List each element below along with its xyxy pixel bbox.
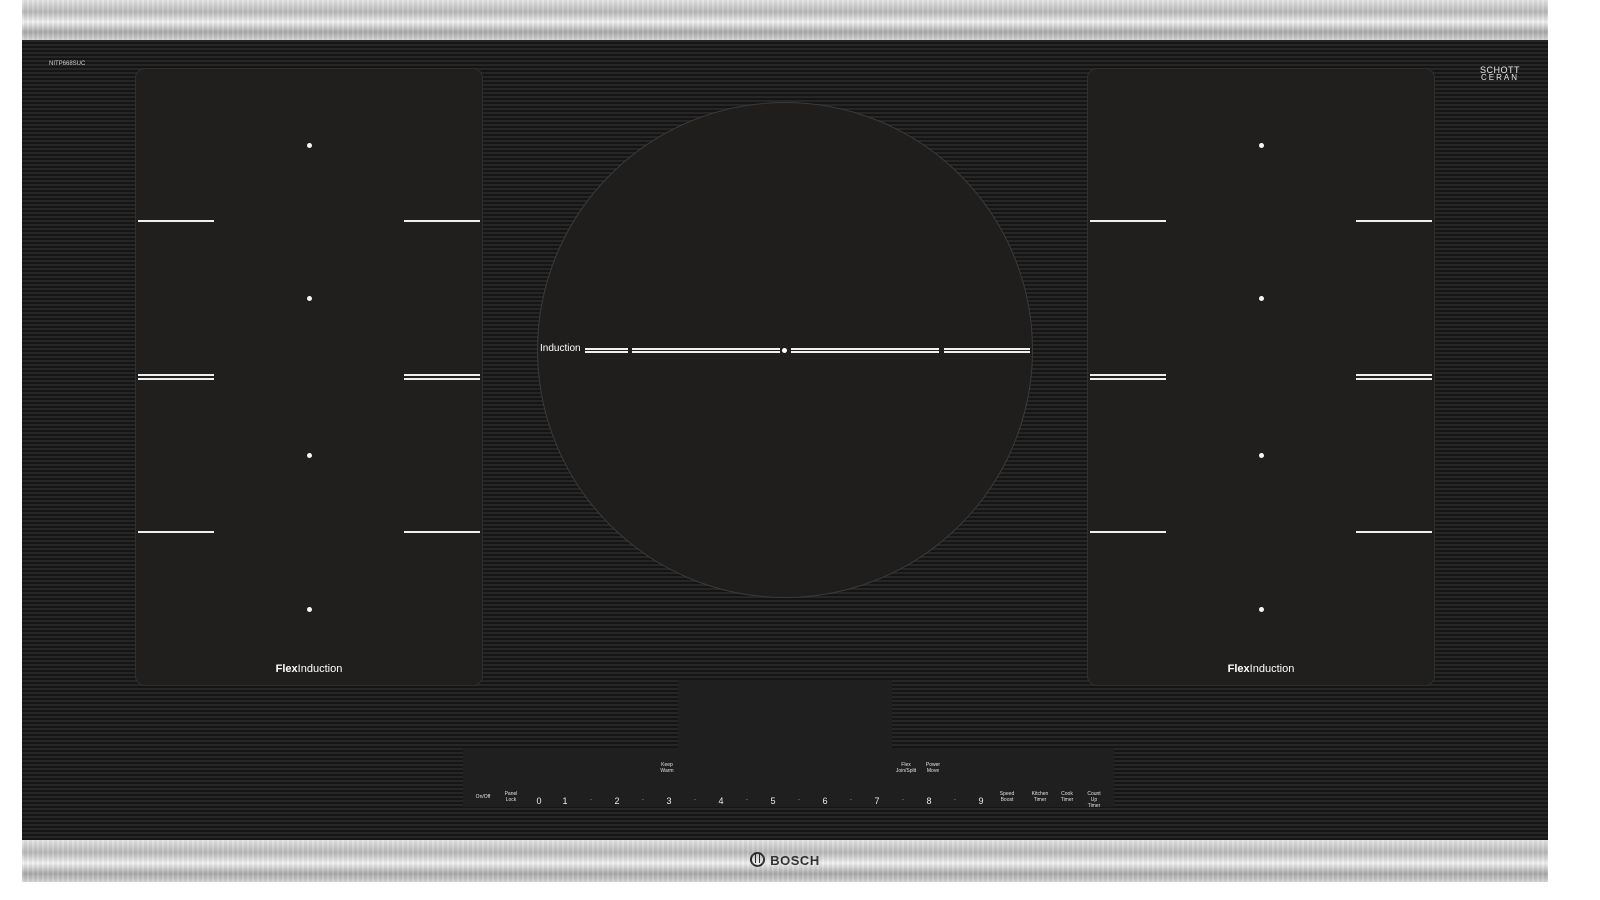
flex-induction-zone-left[interactable]: FlexInduction bbox=[135, 68, 483, 686]
glass-brand-line2: CERAN bbox=[1480, 73, 1519, 82]
zone-divider-mark bbox=[1090, 531, 1166, 533]
zone-divider-mark bbox=[404, 220, 480, 222]
induction-marker-line bbox=[791, 348, 939, 350]
zone-center-dot bbox=[1259, 143, 1264, 148]
power-level-2[interactable]: 2 bbox=[614, 796, 619, 806]
zone-split-mark bbox=[404, 374, 480, 376]
power-move-button[interactable]: Power Move bbox=[926, 762, 940, 774]
stainless-trim-top bbox=[22, 0, 1548, 40]
flex-induction-label: FlexInduction bbox=[275, 663, 343, 675]
power-level-half-step[interactable]: · bbox=[798, 795, 801, 804]
zone-center-dot bbox=[307, 143, 312, 148]
zone-divider-mark bbox=[138, 220, 214, 222]
zone-split-mark bbox=[1356, 374, 1432, 376]
stainless-trim-bottom: BOSCH bbox=[22, 840, 1548, 882]
display-window bbox=[678, 680, 892, 750]
zone-center-dot bbox=[1259, 296, 1264, 301]
cook-timer-button[interactable]: Cook Timer bbox=[1061, 791, 1074, 803]
speed-boost-button[interactable]: Speed Boost bbox=[1000, 791, 1014, 803]
zone-split-mark bbox=[138, 374, 214, 376]
power-level-half-step[interactable]: · bbox=[694, 795, 697, 804]
touch-control-panel: On/Off Panel Lock 0 1 · 2 · 3 · 4 · 5 · 6… bbox=[463, 748, 1114, 809]
kitchen-timer-button[interactable]: Kitchen Timer bbox=[1032, 791, 1049, 803]
zone-divider-mark bbox=[1356, 531, 1432, 533]
flex-induction-label: FlexInduction bbox=[1227, 663, 1295, 675]
bosch-armature-icon bbox=[750, 852, 766, 867]
induction-marker-line bbox=[944, 348, 1030, 350]
cooktop-glass: NITP668SUC SCHOTT CERAN FlexInduction In… bbox=[22, 40, 1548, 840]
zone-center-dot bbox=[307, 607, 312, 612]
power-level-1[interactable]: 1 bbox=[562, 796, 567, 806]
zone-center-dot bbox=[1259, 607, 1264, 612]
on-off-button[interactable]: On/Off bbox=[476, 794, 491, 800]
model-number: NITP668SUC bbox=[49, 61, 86, 67]
flex-induction-zone-right[interactable]: FlexInduction bbox=[1087, 68, 1435, 686]
power-level-3[interactable]: 3 bbox=[666, 796, 671, 806]
power-level-half-step[interactable]: · bbox=[902, 795, 905, 804]
count-up-timer-button[interactable]: Count Up Timer bbox=[1084, 791, 1104, 809]
power-level-half-step[interactable]: · bbox=[642, 795, 645, 804]
power-level-4[interactable]: 4 bbox=[718, 796, 723, 806]
power-level-0[interactable]: 0 bbox=[536, 796, 541, 806]
induction-zone-center[interactable]: Induction bbox=[537, 102, 1033, 598]
induction-center-dot bbox=[782, 348, 787, 353]
zone-center-dot bbox=[1259, 453, 1264, 458]
keep-warm-button[interactable]: Keep Warm bbox=[660, 762, 673, 774]
zone-divider-mark bbox=[138, 531, 214, 533]
induction-marker-line bbox=[632, 348, 780, 350]
flex-join-split-button[interactable]: Flex Join/Split bbox=[896, 762, 916, 774]
zone-divider-mark bbox=[404, 531, 480, 533]
power-level-8[interactable]: 8 bbox=[926, 796, 931, 806]
zone-split-mark bbox=[1090, 374, 1166, 376]
power-level-7[interactable]: 7 bbox=[874, 796, 879, 806]
induction-label: Induction bbox=[540, 343, 581, 354]
power-level-9[interactable]: 9 bbox=[978, 796, 983, 806]
power-level-half-step[interactable]: · bbox=[590, 795, 593, 804]
zone-divider-mark bbox=[1090, 220, 1166, 222]
power-level-half-step[interactable]: · bbox=[746, 795, 749, 804]
zone-center-dot bbox=[307, 453, 312, 458]
brand-logo: BOSCH bbox=[22, 852, 1548, 868]
induction-marker-line bbox=[585, 348, 628, 350]
power-level-half-step[interactable]: · bbox=[850, 795, 853, 804]
power-level-6[interactable]: 6 bbox=[822, 796, 827, 806]
zone-center-dot bbox=[307, 296, 312, 301]
power-level-half-step[interactable]: · bbox=[954, 795, 957, 804]
zone-divider-mark bbox=[1356, 220, 1432, 222]
glass-brand-logo: SCHOTT CERAN bbox=[1480, 66, 1520, 82]
panel-lock-button[interactable]: Panel Lock bbox=[505, 791, 518, 803]
power-level-5[interactable]: 5 bbox=[770, 796, 775, 806]
